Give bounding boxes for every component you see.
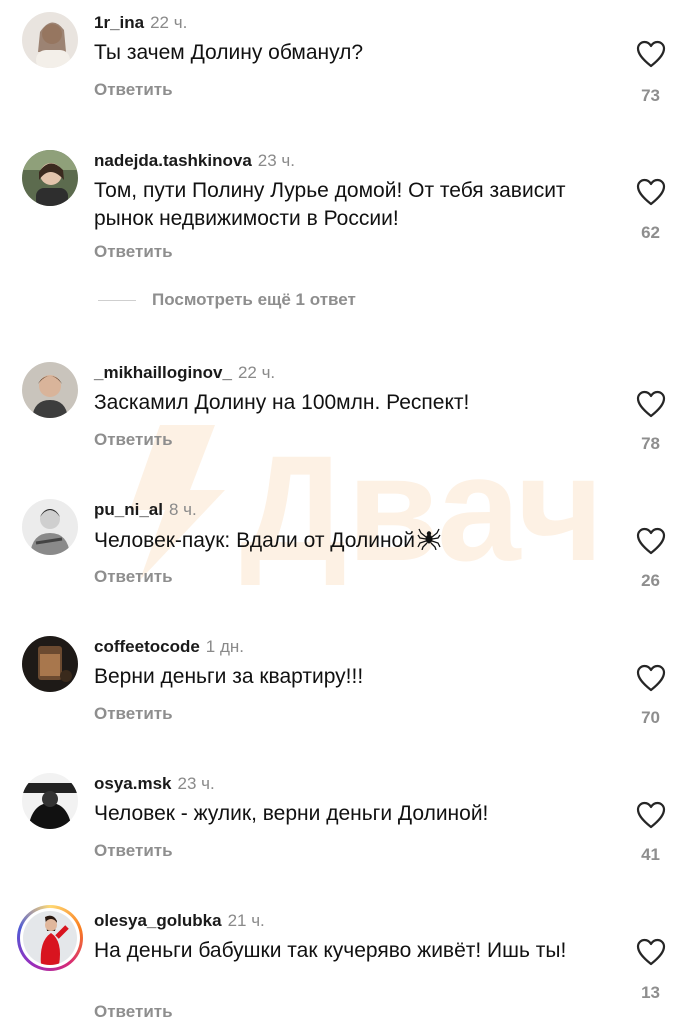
avatar[interactable] [22, 12, 78, 68]
avatar-ring-gap [20, 908, 80, 968]
like-count: 13 [641, 983, 660, 1002]
comment-meta: 1r_ina 22 ч. [94, 12, 187, 34]
heart-outline-icon[interactable] [636, 178, 666, 206]
comment-meta: osya.msk 23 ч. [94, 773, 215, 795]
comment-text: Заскамил Долину на 100млн. Респект! [94, 391, 470, 414]
watermark-text: Двач [240, 424, 604, 585]
comment-meta: pu_ni_al 8 ч. [94, 499, 197, 521]
heart-outline-icon[interactable] [636, 938, 666, 966]
reply-button[interactable]: Ответить [94, 567, 173, 587]
reply-button[interactable]: Ответить [94, 80, 173, 100]
like-count: 26 [641, 571, 660, 590]
timestamp: 22 ч. [150, 13, 188, 32]
avatar-story-ring[interactable] [17, 905, 83, 971]
view-more-replies[interactable]: Посмотреть ещё 1 ответ [98, 290, 356, 312]
comment-meta: nadejda.tashkinova 23 ч. [94, 150, 295, 172]
reply-button[interactable]: Ответить [94, 1002, 173, 1022]
avatar[interactable] [22, 362, 78, 418]
timestamp: 23 ч. [257, 151, 295, 170]
timestamp: 21 ч. [227, 911, 265, 930]
username[interactable]: osya.msk [94, 774, 172, 793]
timestamp: 8 ч. [168, 500, 197, 519]
comment-text: Человек-паук: Вдали от Долиной [94, 526, 594, 555]
avatar[interactable] [22, 499, 78, 555]
like-count: 73 [641, 86, 660, 105]
avatar[interactable] [22, 636, 78, 692]
like-count: 62 [641, 223, 660, 242]
reply-button[interactable]: Ответить [94, 841, 173, 861]
timestamp: 1 дн. [205, 637, 245, 656]
comment-text: На деньги бабушки так кучеряво живёт! Иш… [94, 939, 567, 962]
comment-text: Ты зачем Долину обманул? [94, 41, 364, 64]
reply-button[interactable]: Ответить [94, 430, 173, 450]
heart-outline-icon[interactable] [636, 527, 666, 555]
comment-text: Том, пути Полину Лурье домой! От тебя за… [94, 179, 566, 230]
divider-line [98, 300, 136, 302]
username[interactable]: olesya_golubka [94, 911, 222, 930]
comment-meta: olesya_golubka 21 ч. [94, 910, 265, 932]
avatar [23, 911, 77, 965]
heart-outline-icon[interactable] [636, 390, 666, 418]
username[interactable]: pu_ni_al [94, 500, 163, 519]
like-count: 41 [641, 845, 660, 864]
comment-meta: _mikhailloginov_ 22 ч. [94, 362, 275, 384]
heart-outline-icon[interactable] [636, 664, 666, 692]
timestamp: 22 ч. [237, 363, 276, 382]
comment-text-content: Человек-паук: Вдали от Долиной [94, 529, 415, 552]
comment-meta: coffeetocode 1 дн. [94, 636, 244, 658]
heart-outline-icon[interactable] [636, 801, 666, 829]
username[interactable]: 1r_ina [94, 13, 144, 32]
like-count: 78 [641, 434, 660, 453]
comment-text: Верни деньги за квартиру!!! [94, 665, 364, 688]
avatar[interactable] [22, 150, 78, 206]
username[interactable]: nadejda.tashkinova [94, 151, 252, 170]
timestamp: 23 ч. [177, 774, 215, 793]
username[interactable]: coffeetocode [94, 637, 200, 656]
username[interactable]: _mikhailloginov_ [94, 363, 232, 382]
comment-text: Человек - жулик, верни деньги Долиной! [94, 802, 489, 825]
like-count: 70 [641, 708, 660, 727]
reply-button[interactable]: Ответить [94, 704, 173, 724]
view-more-label: Посмотреть ещё 1 ответ [152, 290, 356, 309]
heart-outline-icon[interactable] [636, 40, 666, 68]
reply-button[interactable]: Ответить [94, 242, 173, 262]
spider-icon [417, 528, 441, 550]
avatar[interactable] [22, 773, 78, 829]
